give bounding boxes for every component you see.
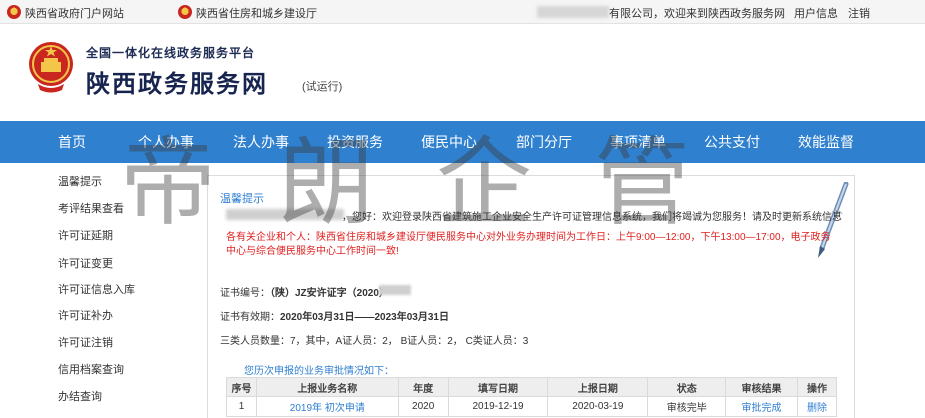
trial-label: (试运行): [302, 81, 343, 93]
gov-portal-link[interactable]: 陕西省政府门户网站: [25, 5, 124, 21]
history-table: 序号 上报业务名称 年度 填写日期 上报日期 状态 审核结果 操作 1 2019…: [226, 377, 838, 417]
logout-link[interactable]: 注销: [848, 5, 870, 21]
nav-item-list[interactable]: 事项清单: [610, 121, 666, 163]
cell-year: 2020: [397, 396, 449, 417]
user-info-link[interactable]: 用户信息: [794, 5, 838, 21]
sidebar: 温馨提示 考评结果查看 许可证延期 许可证变更 许可证信息入库 许可证补办 许可…: [0, 163, 200, 418]
top-bar: 陕西省政府门户网站 陕西省住房和城乡建设厅 有限公司，欢迎来到陕西政务服务网 用…: [0, 0, 925, 24]
emblem-icon: [178, 5, 192, 19]
cert-validity-value: 2020年03月31日——2023年03月31日: [280, 312, 449, 323]
cert-number: 证书编号：（陕）JZ安许证字（2020）: [220, 284, 389, 299]
col-index: 序号: [226, 377, 257, 397]
table-row: 1 2019年 初次申请 2020 2019-12-19 2020-03-19 …: [226, 396, 838, 417]
nav-convenience[interactable]: 便民中心: [421, 121, 477, 163]
site-header: 全国一体化在线政务服务平台 陕西政务服务网 (试运行): [0, 24, 925, 121]
sidebar-item-completed[interactable]: 办结查询: [58, 388, 102, 404]
cert-number-label: 证书编号：: [220, 288, 270, 299]
redacted-company-name: [537, 6, 609, 18]
sidebar-item-tips[interactable]: 温馨提示: [58, 173, 102, 189]
col-business-name: 上报业务名称: [255, 377, 399, 397]
nav-personal[interactable]: 个人办事: [138, 121, 194, 163]
main-panel: 温馨提示 ，您好：欢迎登录陕西省建筑施工企业安全生产许可证管理信息系统，我们将竭…: [207, 175, 855, 418]
national-emblem-icon[interactable]: [26, 40, 76, 94]
redacted-company: [226, 209, 344, 220]
cert-validity-label: 证书有效期：: [220, 312, 280, 323]
office-hours-notice: 各有关企业和个人：陕西省住房和城乡建设厅便民服务中心对外业务办理时间为工作日：上…: [226, 232, 831, 257]
main-nav: 首页 个人办事 法人办事 投资服务 便民中心 部门分厅 事项清单 公共支付 效能…: [0, 121, 925, 163]
welcome-message: ，您好：欢迎登录陕西省建筑施工企业安全生产许可证管理信息系统，我们将竭诚为您服务…: [342, 212, 842, 223]
nav-departments[interactable]: 部门分厅: [516, 121, 572, 163]
nav-home[interactable]: 首页: [58, 121, 86, 163]
cell-fill-date: 2019-12-19: [447, 396, 549, 417]
col-status: 状态: [647, 377, 727, 397]
housing-dept-link[interactable]: 陕西省住房和城乡建设厅: [196, 5, 317, 21]
history-caption: 您历次申报的业务审批情况如下：: [244, 366, 394, 377]
cell-status: 审核完毕: [647, 396, 727, 417]
panel-title: 温馨提示: [220, 193, 264, 205]
welcome-text: 有限公司，欢迎来到陕西政务服务网: [609, 8, 785, 20]
nav-investment[interactable]: 投资服务: [327, 121, 383, 163]
redacted-cert-number: [379, 285, 411, 295]
delete-link[interactable]: 删除: [796, 396, 838, 417]
emblem-icon: [7, 5, 21, 19]
cell-index: 1: [226, 396, 257, 417]
table-header-row: 序号 上报业务名称 年度 填写日期 上报日期 状态 审核结果 操作: [226, 377, 838, 397]
col-year: 年度: [397, 377, 449, 397]
nav-payment[interactable]: 公共支付: [704, 121, 760, 163]
platform-slogan: 全国一体化在线政务服务平台: [86, 46, 256, 60]
sidebar-item-entry[interactable]: 许可证信息入库: [58, 281, 135, 297]
nav-corporate[interactable]: 法人办事: [233, 121, 289, 163]
cell-submit-date: 2020-03-19: [547, 396, 649, 417]
nav-supervision[interactable]: 效能监督: [798, 121, 854, 163]
col-submit-date: 上报日期: [547, 377, 649, 397]
col-action: 操作: [796, 377, 838, 397]
sidebar-item-extension[interactable]: 许可证延期: [58, 227, 113, 243]
cert-validity: 证书有效期：2020年03月31日——2023年03月31日: [220, 308, 449, 323]
col-fill-date: 填写日期: [447, 377, 549, 397]
site-name[interactable]: 陕西政务服务网: [86, 64, 268, 99]
cert-number-value: （陕）JZ安许证字（2020）: [270, 288, 389, 299]
business-name-link[interactable]: 2019年 初次申请: [255, 396, 399, 417]
sidebar-item-reissue[interactable]: 许可证补办: [58, 307, 113, 323]
sidebar-item-change[interactable]: 许可证变更: [58, 255, 113, 271]
review-result-link[interactable]: 审批完成: [725, 396, 798, 417]
staff-count: 三类人员数量：7，其中，A证人员：2， B证人员：2， C类证人员：3: [220, 336, 529, 347]
col-review-result: 审核结果: [725, 377, 798, 397]
sidebar-item-credit[interactable]: 信用档案查询: [58, 361, 124, 377]
sidebar-item-evaluation[interactable]: 考评结果查看: [58, 200, 124, 216]
sidebar-item-cancel[interactable]: 许可证注销: [58, 334, 113, 350]
